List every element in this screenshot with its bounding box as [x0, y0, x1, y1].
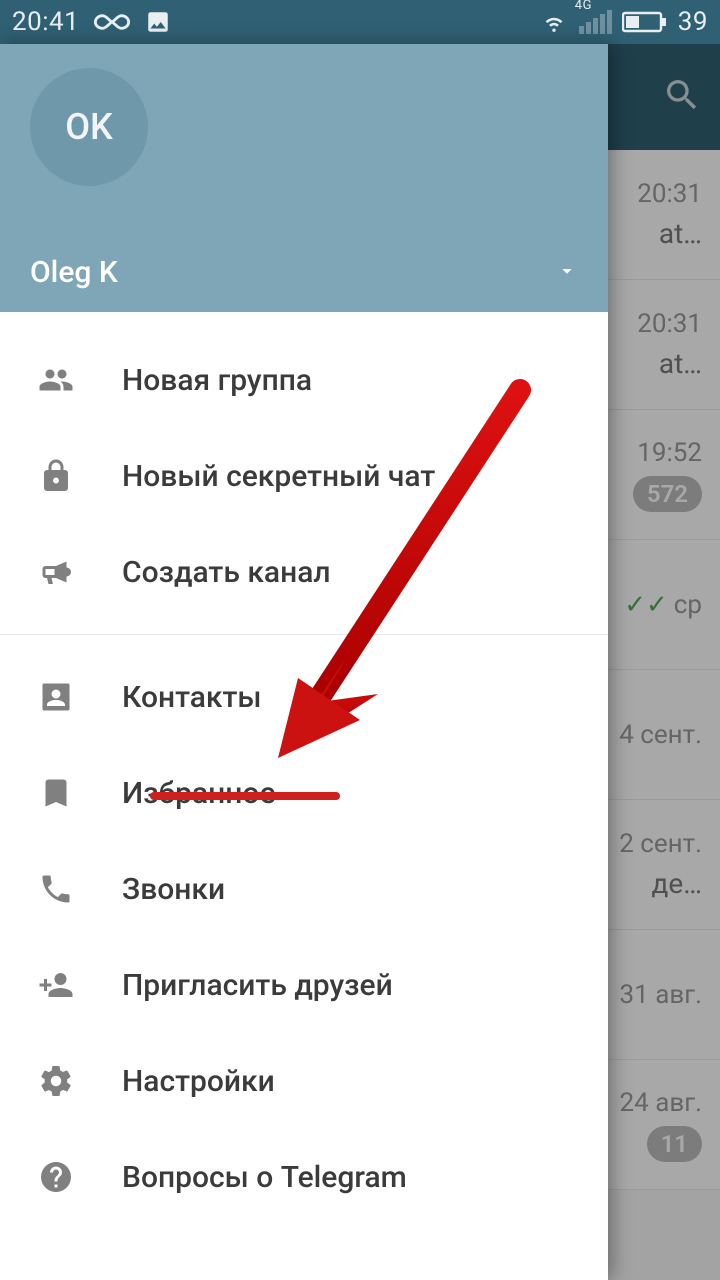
avatar-initials: OK	[65, 106, 113, 148]
settings-icon	[34, 1063, 78, 1099]
menu-item-label: Новый секретный чат	[122, 459, 435, 494]
menu-item-label: Создать канал	[122, 555, 331, 590]
menu-item-label: Вопросы о Telegram	[122, 1160, 407, 1195]
menu-item-secret-chat[interactable]: Новый секретный чат	[0, 428, 608, 524]
menu-item-label: Пригласить друзей	[122, 968, 393, 1003]
menu-item-faq[interactable]: Вопросы о Telegram	[0, 1129, 608, 1225]
image-icon	[145, 9, 171, 35]
menu-item-invite[interactable]: Пригласить друзей	[0, 937, 608, 1033]
menu-item-label: Контакты	[122, 680, 262, 715]
menu-item-settings[interactable]: Настройки	[0, 1033, 608, 1129]
status-bar: 20:41 4G 39	[0, 0, 720, 44]
saved-icon	[34, 775, 78, 811]
wifi-icon	[539, 10, 569, 34]
battery-icon	[622, 11, 668, 33]
cell-signal-icon: 4G	[579, 10, 612, 34]
faq-icon	[34, 1159, 78, 1195]
menu-divider	[0, 634, 608, 635]
status-time: 20:41	[12, 7, 79, 37]
menu-item-label: Настройки	[122, 1064, 275, 1099]
menu-item-new-channel[interactable]: Создать канал	[0, 524, 608, 620]
new-channel-icon	[34, 554, 78, 590]
infinity-icon	[93, 12, 131, 32]
calls-icon	[34, 871, 78, 907]
secret-chat-icon	[34, 458, 78, 494]
menu-item-calls[interactable]: Звонки	[0, 841, 608, 937]
menu-item-label: Звонки	[122, 872, 225, 907]
contacts-icon	[34, 679, 78, 715]
navigation-drawer: OK Oleg K Новая группа Новый секретный ча…	[0, 44, 608, 1280]
menu-item-contacts[interactable]: Контакты	[0, 649, 608, 745]
invite-icon	[34, 967, 78, 1003]
avatar[interactable]: OK	[30, 68, 148, 186]
user-name: Oleg K	[30, 255, 118, 290]
menu-item-new-group[interactable]: Новая группа	[0, 332, 608, 428]
new-group-icon	[34, 362, 78, 398]
annotation-underline	[150, 792, 340, 800]
chevron-down-icon[interactable]	[556, 260, 578, 286]
menu-item-label: Новая группа	[122, 363, 312, 398]
drawer-header[interactable]: OK Oleg K	[0, 44, 608, 312]
battery-percent: 39	[678, 7, 708, 37]
